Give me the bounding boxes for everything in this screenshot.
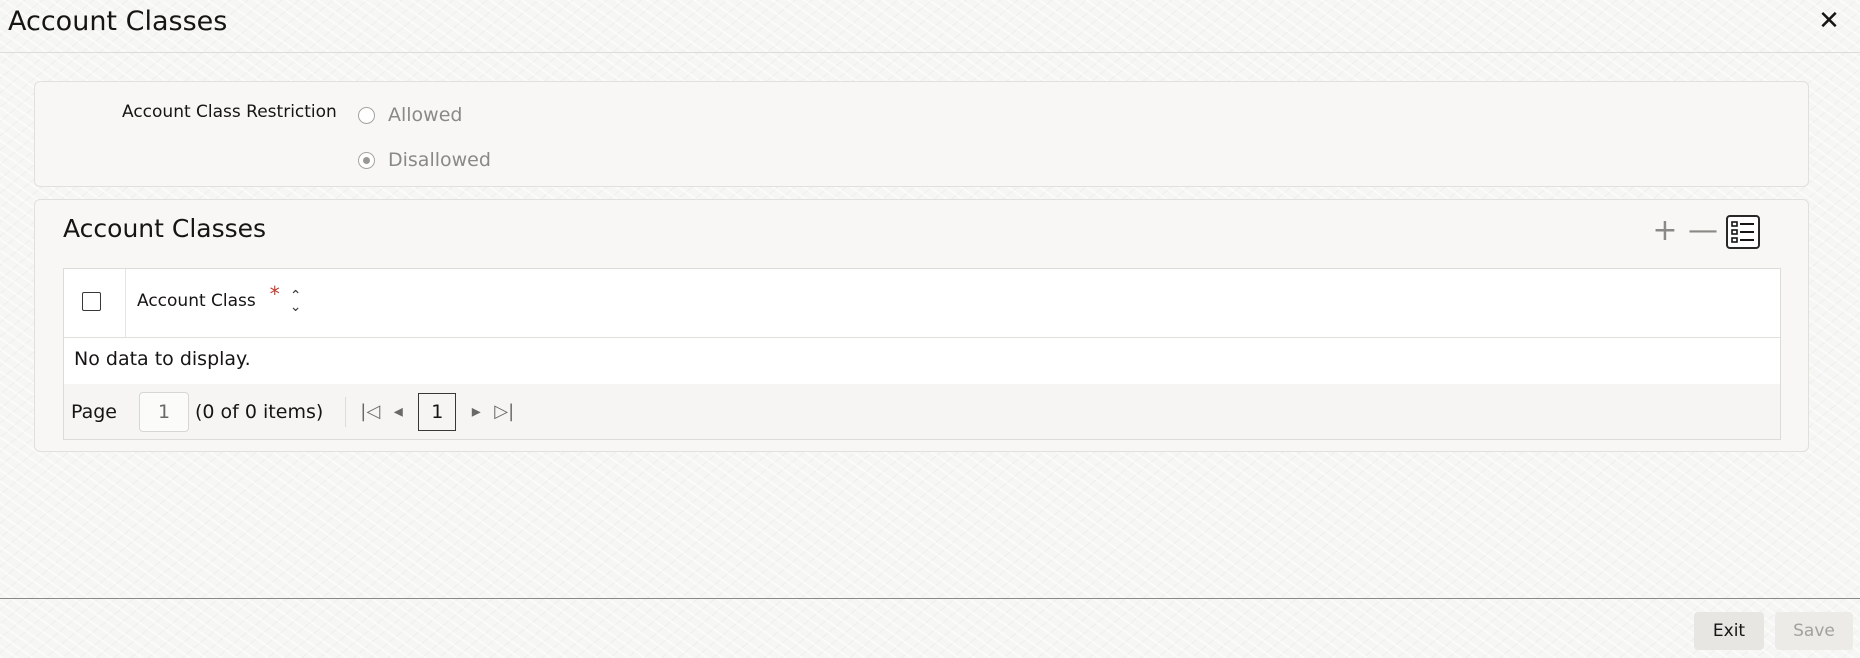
next-page-icon[interactable]: ▸ (462, 393, 490, 431)
item-count: (0 of 0 items) (195, 400, 324, 423)
table-toolbar: + — (1642, 215, 1760, 249)
radio-disallowed[interactable]: Disallowed (358, 149, 491, 171)
section-title: Account Classes (63, 214, 267, 243)
current-page-button[interactable]: 1 (418, 392, 457, 431)
add-icon[interactable]: + (1650, 216, 1680, 247)
save-button[interactable]: Save (1775, 612, 1853, 650)
restriction-label: Account Class Restriction (122, 102, 337, 122)
pager-divider (345, 396, 347, 427)
sort-icon[interactable]: ⌃ ⌄ (290, 289, 302, 314)
list-view-glyph (1731, 221, 1754, 243)
page-label: Page (71, 400, 117, 423)
radio-disallowed-icon[interactable] (358, 151, 375, 169)
account-class-table: Account Class * ⌃ ⌄ No data to display. P… (63, 268, 1781, 440)
previous-page-icon[interactable]: ◂ (384, 393, 412, 431)
radio-allowed-icon[interactable] (358, 106, 375, 124)
pagination-bar: Page 1 (0 of 0 items) |◁ ◂ 1 ▸ ▷| (64, 384, 1780, 439)
account-classes-panel: Account Classes + — Account Class * ⌃⌄ (34, 199, 1809, 452)
column-divider (125, 269, 126, 337)
select-all-checkbox[interactable] (82, 292, 101, 311)
radio-allowed-label: Allowed (388, 104, 463, 126)
table-header: Account Class * ⌃ ⌄ (64, 269, 1780, 338)
column-header-account-class[interactable]: Account Class * ⌃ ⌄ (137, 282, 302, 314)
radio-disallowed-label: Disallowed (388, 149, 491, 171)
last-page-icon[interactable]: ▷| (490, 393, 518, 431)
empty-message: No data to display. (74, 348, 251, 370)
footer-divider (0, 598, 1860, 599)
close-icon[interactable]: ✕ (1814, 6, 1844, 36)
exit-button[interactable]: Exit (1694, 612, 1764, 650)
restriction-panel: Account Class Restriction Allowed Disall… (34, 81, 1809, 187)
page-input[interactable]: 1 (139, 391, 189, 432)
remove-icon[interactable]: — (1688, 216, 1718, 247)
page-title: Account Classes (8, 6, 228, 37)
list-view-icon[interactable] (1726, 215, 1760, 249)
required-marker: * (269, 282, 280, 306)
radio-allowed[interactable]: Allowed (358, 104, 462, 126)
column-header-label: Account Class (137, 291, 256, 311)
first-page-icon[interactable]: |◁ (356, 393, 384, 431)
title-bar: Account Classes ✕ (0, 0, 1860, 53)
